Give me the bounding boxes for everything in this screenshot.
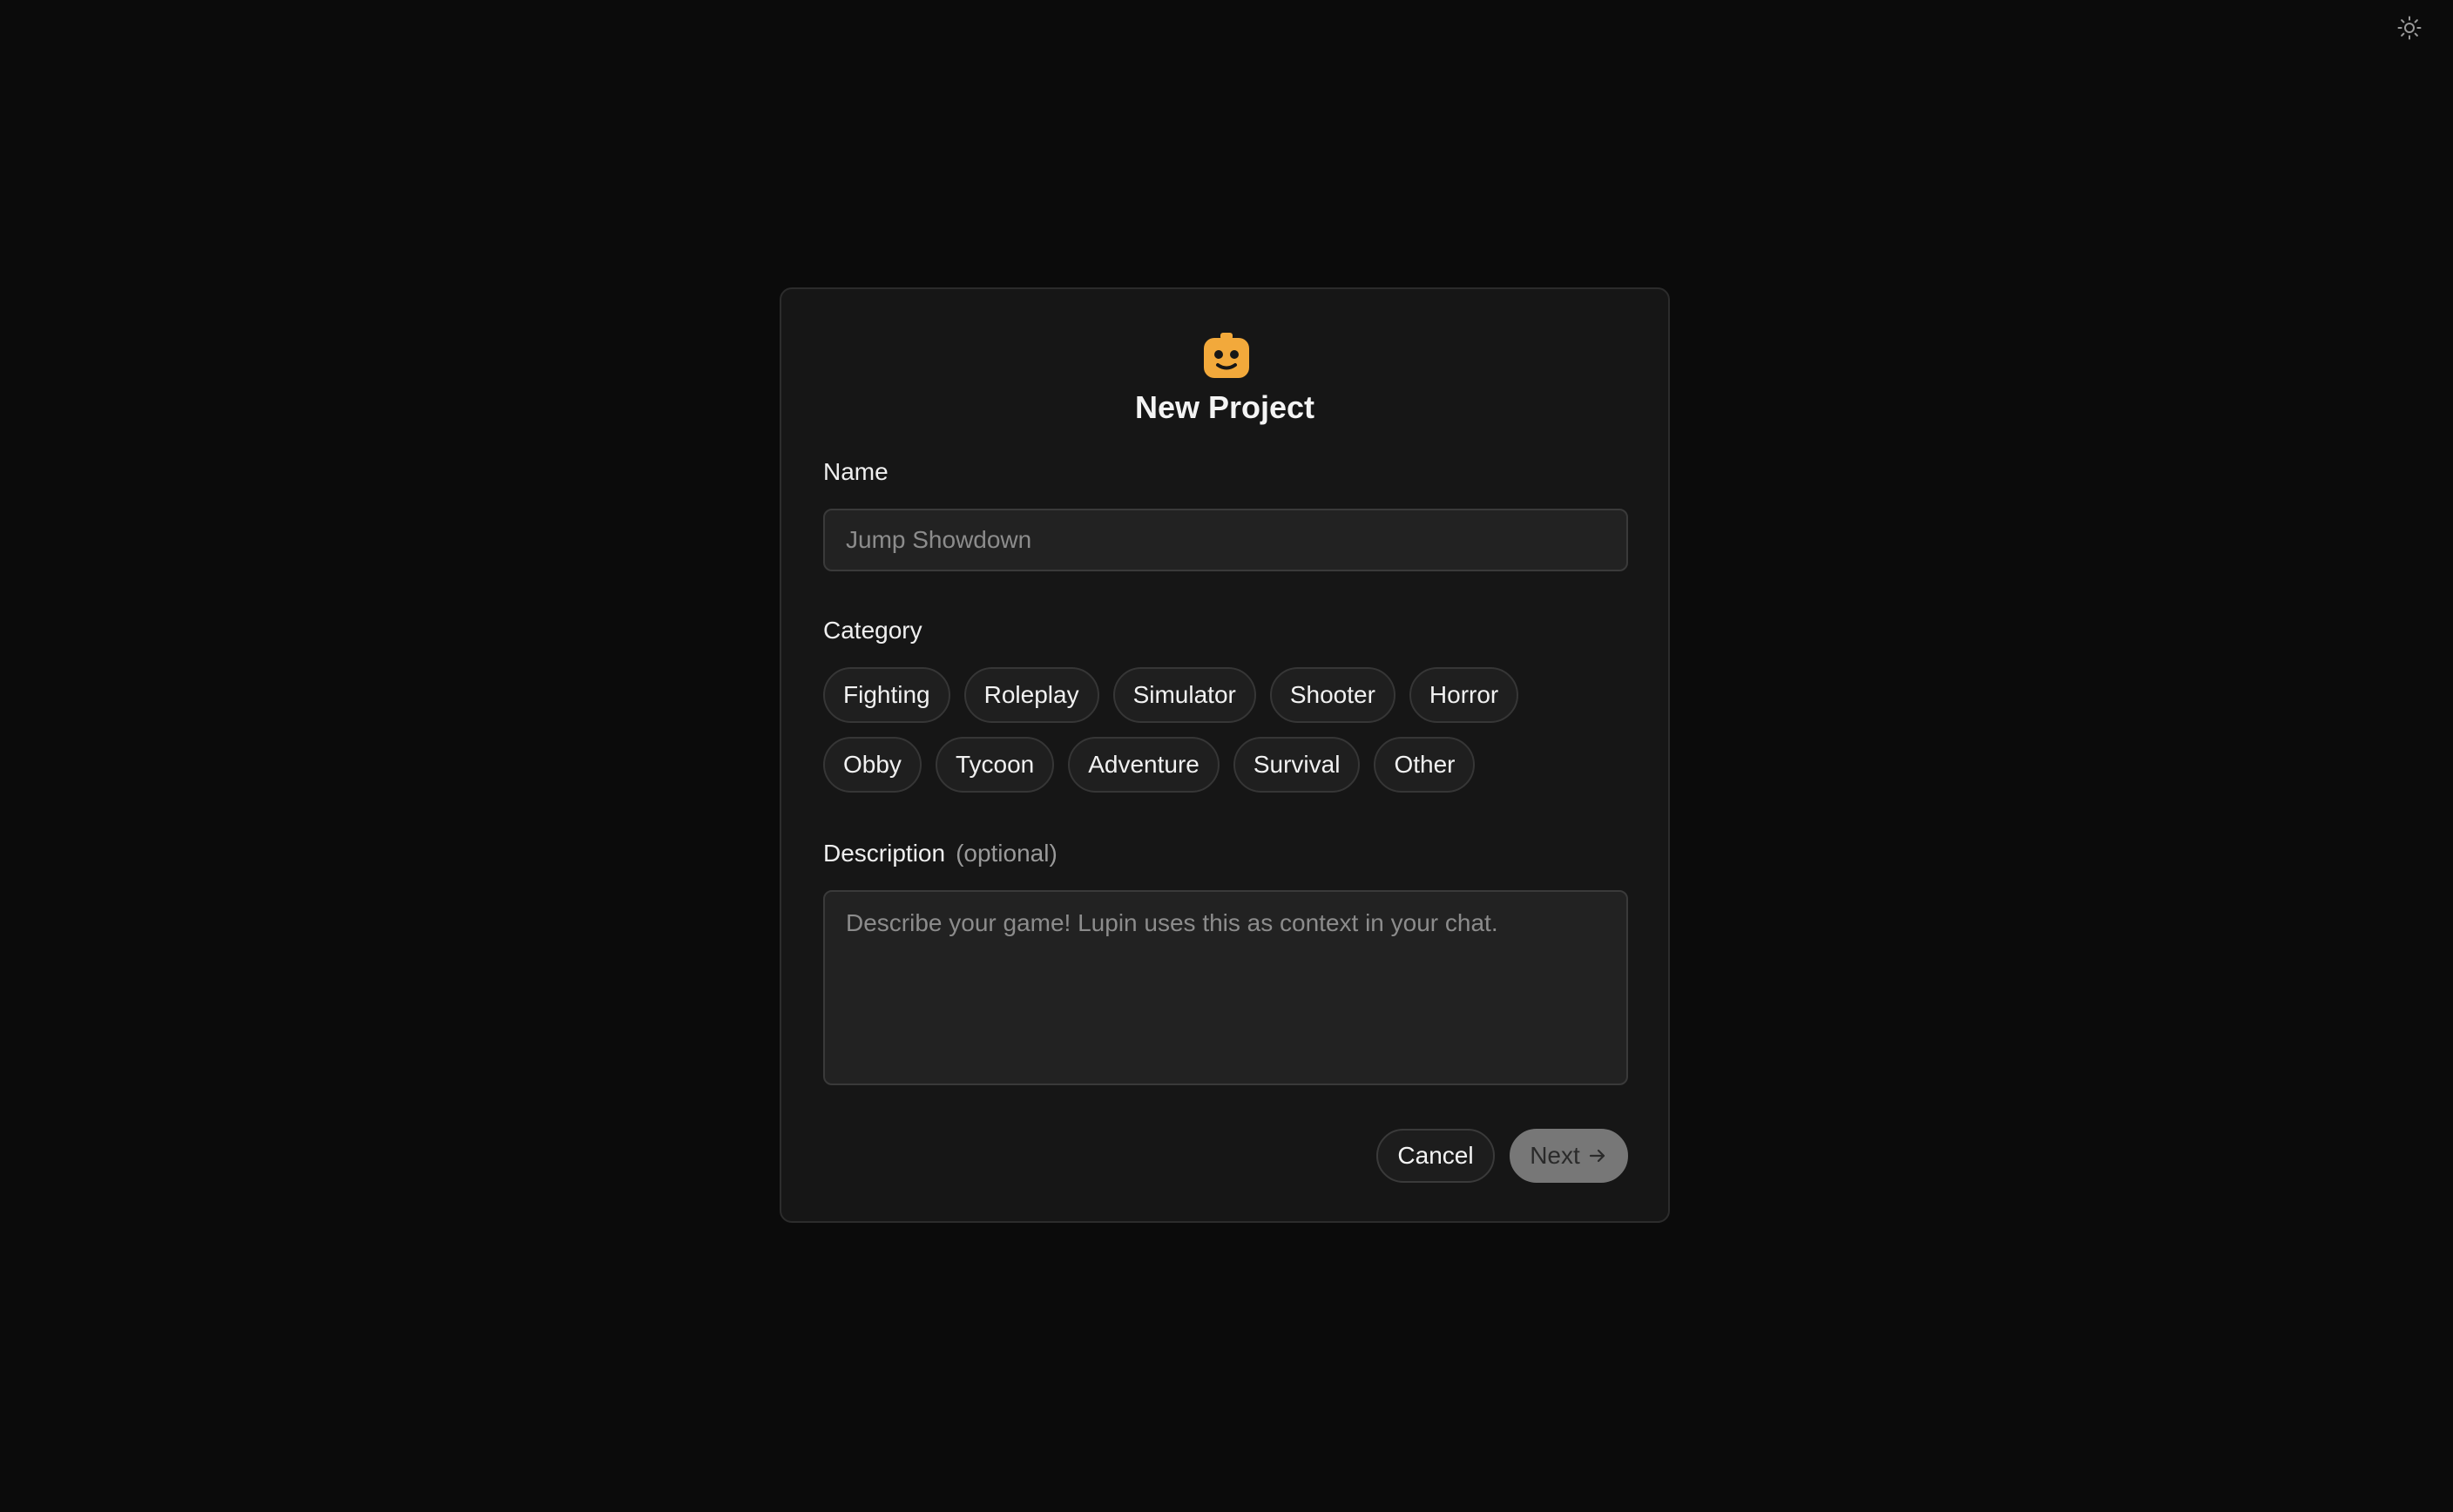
category-chip-fighting[interactable]: Fighting [823, 667, 950, 723]
description-label: Description [823, 840, 946, 867]
cancel-button-label: Cancel [1397, 1142, 1474, 1169]
category-chip-row: Obby Tycoon Adventure Survival Other [823, 737, 1628, 793]
name-label: Name [823, 458, 889, 485]
description-label-row: Description (optional) [823, 838, 1058, 869]
next-button-label: Next [1530, 1142, 1580, 1169]
theme-toggle-button[interactable] [2392, 12, 2427, 47]
description-textarea[interactable] [823, 890, 1628, 1085]
category-chip-roleplay[interactable]: Roleplay [963, 667, 1099, 723]
new-project-dialog: New Project Name Category Fighting Rolep… [780, 287, 1670, 1223]
category-chip-adventure[interactable]: Adventure [1068, 737, 1220, 793]
category-chip-row: Fighting Roleplay Simulator Shooter Horr… [823, 667, 1628, 723]
category-chip-obby[interactable]: Obby [823, 737, 922, 793]
category-chip-group: Fighting Roleplay Simulator Shooter Horr… [823, 667, 1628, 807]
category-chip-horror[interactable]: Horror [1409, 667, 1519, 723]
next-button[interactable]: Next [1510, 1129, 1628, 1183]
category-label: Category [823, 617, 922, 644]
category-chip-shooter[interactable]: Shooter [1269, 667, 1395, 723]
optional-hint: (optional) [956, 840, 1058, 867]
category-chip-survival[interactable]: Survival [1233, 737, 1361, 793]
dialog-title: New Project [1134, 389, 1315, 425]
arrow-right-icon [1587, 1145, 1608, 1166]
category-chip-tycoon[interactable]: Tycoon [935, 737, 1055, 793]
category-chip-simulator[interactable]: Simulator [1112, 667, 1256, 723]
cancel-button[interactable]: Cancel [1376, 1129, 1495, 1183]
project-name-input[interactable] [823, 509, 1628, 571]
sun-icon [2396, 15, 2423, 45]
lupin-face-icon [1202, 331, 1251, 380]
category-chip-other[interactable]: Other [1374, 737, 1476, 793]
